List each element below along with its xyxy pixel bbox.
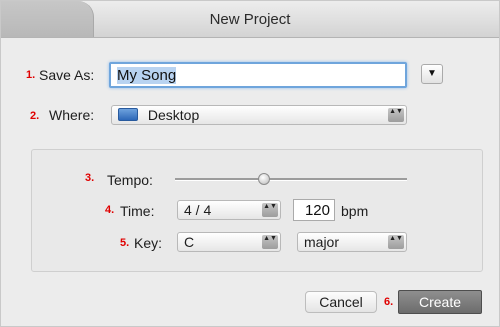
cancel-button[interactable]: Cancel [305,291,377,313]
where-value: Desktop [147,107,200,123]
where-location-popup[interactable]: Desktop ▲▼ [111,105,407,125]
triangle-down-icon: ▼ [427,68,437,79]
popup-stepper-icon: ▲▼ [262,203,278,217]
time-signature-popup[interactable]: 4 / 4 ▲▼ [177,200,281,220]
window-title: New Project [209,11,291,28]
popup-stepper-icon: ▲▼ [262,235,278,249]
time-label: Time: [120,203,155,219]
tempo-slider-thumb[interactable] [258,173,270,185]
step-4-marker: 4. [105,204,115,216]
key-note-value: C [184,234,195,250]
key-mode-popup[interactable]: major ▲▼ [297,232,407,252]
key-mode-value: major [304,234,340,250]
popup-stepper-icon: ▲▼ [388,235,404,249]
new-project-dialog: New Project 1. Save As: My Song ▼ 2. Whe… [0,0,500,327]
bpm-unit-label: bpm [341,203,369,219]
tempo-slider-track[interactable] [175,178,407,181]
tempo-label: Tempo: [107,172,153,188]
key-label: Key: [134,235,163,251]
step-3-marker: 3. [85,172,95,184]
expand-save-dialog-button[interactable]: ▼ [421,64,443,84]
step-6-marker: 6. [384,296,394,308]
title-bar: New Project [1,1,499,38]
step-5-marker: 5. [120,237,130,249]
key-note-popup[interactable]: C ▲▼ [177,232,281,252]
folder-icon [118,108,138,121]
create-button[interactable]: Create [398,290,482,314]
save-as-label: Save As: [39,67,95,83]
time-signature-value: 4 / 4 [184,202,212,218]
save-as-value: My Song [117,67,177,84]
step-2-marker: 2. [30,110,40,122]
popup-stepper-icon: ▲▼ [388,108,404,122]
where-label: Where: [49,107,95,123]
bpm-input[interactable]: 120 [293,199,335,221]
save-as-input[interactable]: My Song [109,62,407,88]
step-1-marker: 1. [26,69,36,81]
